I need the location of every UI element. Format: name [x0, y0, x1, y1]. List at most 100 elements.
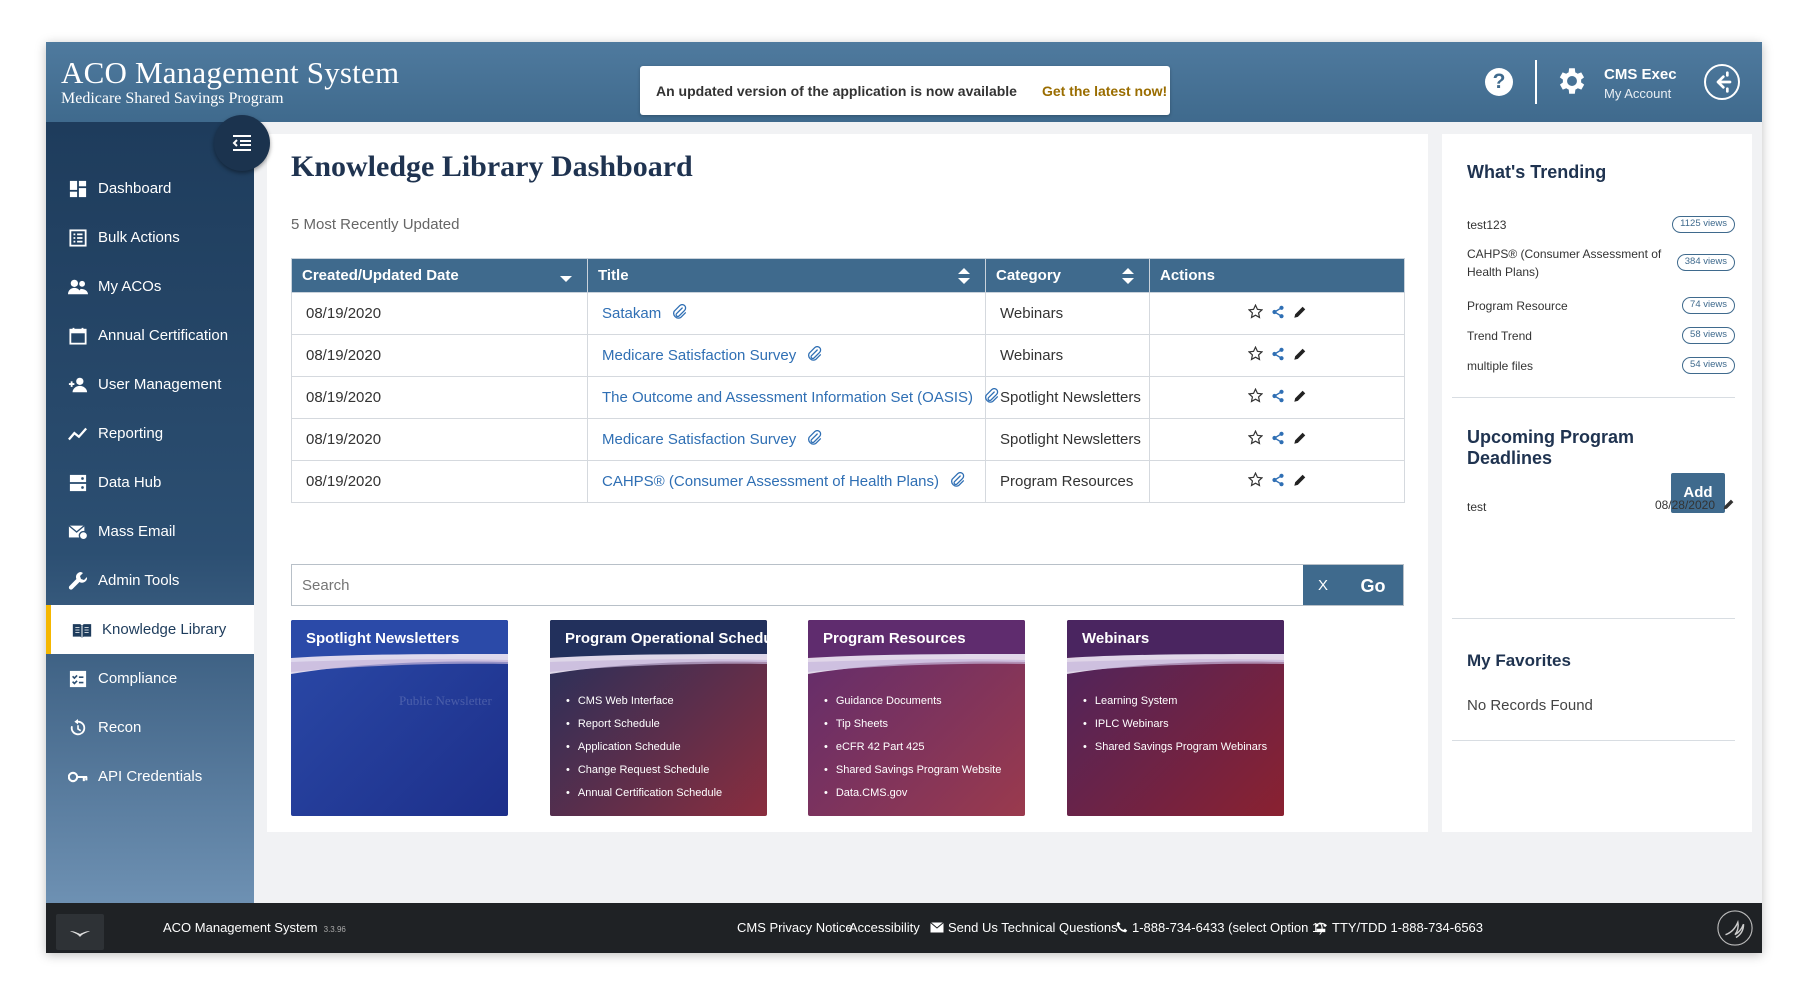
- share-icon[interactable]: [1271, 347, 1285, 365]
- edit-pencil-icon[interactable]: [1293, 305, 1307, 323]
- cell-date: 08/19/2020: [291, 376, 588, 419]
- table-row: 08/19/2020 Medicare Satisfaction Survey Sp…: [291, 418, 1405, 461]
- sidebar-item-compliance[interactable]: Compliance: [46, 654, 254, 703]
- sidebar-item-api-credentials[interactable]: API Credentials: [46, 752, 254, 801]
- clear-search-button[interactable]: X: [1303, 565, 1343, 605]
- card-link[interactable]: Annual Certification Schedule: [566, 782, 722, 805]
- sidebar-item-admin-tools[interactable]: Admin Tools: [46, 556, 254, 605]
- card-link[interactable]: Shared Savings Program Webinars: [1083, 736, 1267, 759]
- search-input[interactable]: [292, 565, 1303, 605]
- attachment-icon: [806, 429, 822, 450]
- cms-logo-button[interactable]: [56, 914, 104, 950]
- edit-deadline-icon[interactable]: [1722, 498, 1735, 511]
- gear-icon[interactable]: [1555, 64, 1589, 98]
- search-go-button[interactable]: Go: [1343, 565, 1403, 605]
- get-latest-link[interactable]: Get the latest now!: [1042, 83, 1167, 99]
- sidebar-item-mass-email[interactable]: Mass Email: [46, 507, 254, 556]
- list-icon: [68, 228, 88, 248]
- document-title-link[interactable]: Medicare Satisfaction Survey: [602, 346, 796, 363]
- library-card-webinars[interactable]: Webinars Learning SystemIPLC WebinarsShar…: [1067, 620, 1284, 816]
- document-title-link[interactable]: Satakam: [602, 304, 661, 321]
- card-link[interactable]: Shared Savings Program Website: [824, 759, 1002, 782]
- trending-item[interactable]: Trend Trend 58 views: [1467, 327, 1735, 345]
- favorite-star-icon[interactable]: [1247, 345, 1263, 365]
- share-icon[interactable]: [1271, 305, 1285, 323]
- trending-item[interactable]: test123 1125 views: [1467, 216, 1735, 234]
- edit-pencil-icon[interactable]: [1293, 347, 1307, 365]
- edit-pencil-icon[interactable]: [1293, 389, 1307, 407]
- privacy-notice-link[interactable]: CMS Privacy Notice: [737, 920, 853, 935]
- share-icon[interactable]: [1271, 473, 1285, 491]
- trending-item[interactable]: Program Resource 74 views: [1467, 297, 1735, 315]
- sidebar-item-knowledge-library[interactable]: Knowledge Library: [46, 605, 254, 654]
- sidebar-item-label: Admin Tools: [98, 572, 180, 589]
- sidebar-item-my-acos[interactable]: My ACOs: [46, 262, 254, 311]
- technical-questions-link[interactable]: Send Us Technical Questions: [930, 920, 1118, 935]
- document-title-link[interactable]: Medicare Satisfaction Survey: [602, 430, 796, 447]
- library-card-spotlight-newsletters[interactable]: Spotlight Newsletters Public Newsletter: [291, 620, 508, 816]
- help-icon[interactable]: ?: [1485, 68, 1513, 96]
- card-link[interactable]: Data.CMS.gov: [824, 782, 1001, 805]
- cell-actions: [1149, 460, 1405, 503]
- table-row: 08/19/2020 Medicare Satisfaction Survey We…: [291, 334, 1405, 377]
- app-title: ACO Management System: [61, 55, 400, 90]
- share-icon[interactable]: [1271, 389, 1285, 407]
- edit-pencil-icon[interactable]: [1293, 473, 1307, 491]
- favorite-star-icon[interactable]: [1247, 303, 1263, 323]
- sidebar-item-recon[interactable]: Recon: [46, 703, 254, 752]
- card-link[interactable]: Learning System: [1083, 690, 1267, 713]
- card-link[interactable]: CMS Web Interface: [566, 690, 722, 713]
- favorites-title: My Favorites: [1467, 651, 1571, 670]
- cell-category: Spotlight Newsletters: [985, 418, 1150, 461]
- card-link[interactable]: Tip Sheets: [824, 713, 1001, 736]
- sidebar-item-dashboard[interactable]: Dashboard: [46, 164, 254, 213]
- favorite-star-icon[interactable]: [1247, 471, 1263, 491]
- table-row: 08/19/2020 Satakam Webinars: [291, 292, 1405, 335]
- column-header-category[interactable]: Category: [985, 258, 1150, 293]
- divider: [1452, 618, 1735, 619]
- logout-icon[interactable]: [1704, 64, 1740, 100]
- edit-pencil-icon[interactable]: [1293, 431, 1307, 449]
- trending-item[interactable]: multiple files 54 views: [1467, 357, 1735, 375]
- column-header-title[interactable]: Title: [587, 258, 986, 293]
- card-link[interactable]: eCFR 42 Part 425: [824, 736, 1001, 759]
- accessibility-link[interactable]: Accessibility: [849, 920, 920, 935]
- column-header-date[interactable]: Created/Updated Date: [291, 258, 588, 293]
- card-stripe-decoration: [808, 654, 1025, 676]
- sidebar-item-reporting[interactable]: Reporting: [46, 409, 254, 458]
- sidebar-item-label: My ACOs: [98, 278, 162, 295]
- document-title-link[interactable]: The Outcome and Assessment Information S…: [602, 388, 973, 405]
- trending-item[interactable]: CAHPS® (Consumer Assessment of Health Pl…: [1467, 245, 1735, 281]
- mail-icon: [68, 522, 88, 542]
- sidebar-item-data-hub[interactable]: Data Hub: [46, 458, 254, 507]
- sidebar-item-label: Bulk Actions: [98, 229, 180, 246]
- sidebar-item-annual-certification[interactable]: Annual Certification: [46, 311, 254, 360]
- sidebar-collapse-button[interactable]: [214, 115, 270, 171]
- favorite-star-icon[interactable]: [1247, 429, 1263, 449]
- book-icon: [72, 620, 92, 640]
- library-card-program-resources[interactable]: Program Resources Guidance DocumentsTip S…: [808, 620, 1025, 816]
- app-header: ACO Management System Medicare Shared Sa…: [46, 42, 1762, 122]
- views-badge: 1125 views: [1672, 216, 1735, 233]
- cell-date: 08/19/2020: [291, 418, 588, 461]
- sidebar-item-label: Data Hub: [98, 474, 162, 491]
- card-link[interactable]: Guidance Documents: [824, 690, 1001, 713]
- card-link-list: Learning SystemIPLC WebinarsShared Savin…: [1083, 690, 1267, 759]
- card-link[interactable]: Change Request Schedule: [566, 759, 722, 782]
- document-title-link[interactable]: CAHPS® (Consumer Assessment of Health Pl…: [602, 472, 939, 489]
- my-account-link[interactable]: My Account: [1604, 86, 1671, 101]
- sidebar-item-label: Knowledge Library: [102, 621, 227, 638]
- favorite-star-icon[interactable]: [1247, 387, 1263, 407]
- phone-contact: 1-888-734-6433 (select Option 1): [1116, 920, 1324, 935]
- table-row: 08/19/2020 The Outcome and Assessment Inf…: [291, 376, 1405, 419]
- recent-updates-label: 5 Most Recently Updated: [291, 216, 460, 233]
- card-link[interactable]: Application Schedule: [566, 736, 722, 759]
- card-link[interactable]: IPLC Webinars: [1083, 713, 1267, 736]
- envelope-icon: [930, 922, 944, 933]
- share-icon[interactable]: [1271, 431, 1285, 449]
- sidebar-item-user-management[interactable]: User Management: [46, 360, 254, 409]
- library-card-program-operational-schedules[interactable]: Program Operational Schedules CMS Web Int…: [550, 620, 767, 816]
- trending-item-name: Trend Trend: [1467, 329, 1532, 343]
- card-link[interactable]: Report Schedule: [566, 713, 722, 736]
- sidebar-item-bulk-actions[interactable]: Bulk Actions: [46, 213, 254, 262]
